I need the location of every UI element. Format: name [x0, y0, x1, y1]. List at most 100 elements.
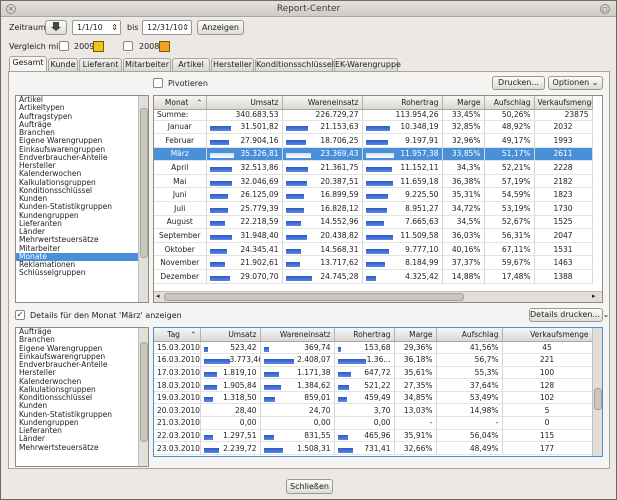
table-row[interactable]: 20.03.2010 28,40 24,70 3,70 13,03% 14,98% 5	[154, 403, 593, 418]
table-row[interactable]: 15.03.2010 523,42 369,74 153,68 29,36% 41,56%…	[154, 341, 593, 355]
column-header[interactable]: Verkaufsmenge	[502, 328, 593, 342]
column-header[interactable]: Rohertrag	[334, 328, 395, 342]
value-cell: 25.779,39	[206, 201, 283, 216]
options-button[interactable]: Optionen ⌄	[548, 76, 603, 90]
window-title: Report-Center	[276, 4, 341, 14]
column-header[interactable]: Wareneinsatz	[260, 328, 335, 342]
tab-ek-warengruppe[interactable]: EK-Warengruppe	[334, 58, 401, 71]
column-header[interactable]: Rohertrag	[362, 96, 443, 110]
main-data-grid[interactable]: Monat ⌃ Umsatz Wareneinsatz Rohertrag Marge A…	[153, 95, 603, 303]
markup-cell: 37,64%	[436, 378, 503, 392]
date-to-field[interactable]: 12/31/10 ⇕	[142, 20, 192, 35]
tab-artikel[interactable]: Artikel	[172, 58, 210, 71]
tab-hersteller[interactable]: Hersteller	[211, 58, 254, 71]
column-header[interactable]: Umsatz	[206, 96, 283, 110]
column-header[interactable]: Tag ⌃	[154, 328, 201, 342]
column-header[interactable]: Aufschlag	[484, 96, 535, 110]
value-cell: 13.717,62	[282, 255, 363, 271]
value-cell: 0,00	[334, 416, 395, 430]
main-grid-hscrollbar[interactable]: ◂ ▸	[154, 291, 602, 302]
close-button[interactable]: Schließen	[286, 479, 333, 494]
table-row[interactable]: 21.03.2010 0,00 0,00 0,00- -0	[154, 416, 593, 430]
print-button[interactable]: Drucken...	[492, 76, 545, 90]
table-row[interactable]: September 31.948,40 20.438,82 11.509,58 36,0…	[154, 228, 593, 243]
close-window-icon[interactable]: ×	[6, 4, 16, 14]
sort-ascending-icon[interactable]: ⌃	[190, 330, 196, 339]
detail-grid-scrollbar[interactable]	[592, 328, 602, 456]
table-row[interactable]: 17.03.2010 1.819,10 1.171,38 647,72 35,61% 55…	[154, 366, 593, 380]
spinner-icon[interactable]: ⇕	[182, 21, 189, 34]
compare-2008-checkbox[interactable]	[123, 41, 133, 51]
column-header[interactable]: Monat ⌃	[154, 96, 207, 110]
table-row[interactable]: Januar 31.501,82 21.153,63 10.348,19 32,85% 4…	[154, 120, 593, 135]
tab-gesamt[interactable]: Gesamt	[9, 56, 47, 72]
column-header[interactable]: Marge	[394, 328, 437, 342]
quantity-cell: 45	[502, 341, 593, 355]
scroll-thumb[interactable]	[140, 342, 148, 442]
table-row[interactable]: 16.03.2010 3.773,46 2.408,07 1.36... 36,18% 5…	[154, 353, 593, 367]
scroll-right-icon[interactable]: ▸	[592, 292, 596, 300]
markup-cell: 67,11%	[484, 242, 535, 257]
table-row[interactable]: Juni 26.125,09 16.899,59 9.225,50 35,31% 54,5…	[154, 187, 593, 203]
table-row[interactable]: 23.03.2010 2.239,72 1.508,31 731,41 32,66% 48…	[154, 441, 593, 455]
table-row[interactable]: Oktober 24.345,41 14.568,31 9.777,10 40,16% 6…	[154, 242, 593, 257]
list-item[interactable]: Mehrwertsteuersätze	[16, 443, 148, 452]
scroll-thumb[interactable]	[140, 108, 148, 258]
column-header[interactable]: Marge	[442, 96, 485, 110]
spinner-icon[interactable]: ⇕	[111, 21, 118, 34]
table-row[interactable]: 18.03.2010 1.905,84 1.384,62 521,22 27,35% 37…	[154, 378, 593, 392]
detail-dimension-list[interactable]: Aufträge Branchen Eigene Warengruppen Einka…	[15, 327, 149, 467]
value-cell: 14.552,96	[282, 215, 363, 230]
dimension-list[interactable]: Artikel Artikeltypen Auftragstypen Aufträge…	[15, 95, 149, 303]
tab-lieferant[interactable]: Lieferant	[79, 58, 122, 71]
table-row[interactable]: 22.03.2010 1.297,51 831,55 465,96 35,91% 56,0…	[154, 429, 593, 443]
value-text: 8.184,99	[405, 258, 439, 268]
anzeigen-button[interactable]: Anzeigen	[197, 20, 244, 35]
column-header[interactable]: Umsatz	[200, 328, 261, 342]
scroll-left-icon[interactable]: ◂	[156, 292, 160, 300]
color-swatch-2009[interactable]	[93, 41, 104, 52]
sort-ascending-icon[interactable]: ⌃	[196, 98, 202, 107]
markup-cell: 57,19%	[484, 174, 535, 189]
table-row[interactable]: Februar 27.904,16 18.706,25 9.197,91 32,96% 4…	[154, 133, 593, 148]
table-row[interactable]: Mai 32.046,69 20.387,51 11.659,18 36,38% 57,1…	[154, 174, 593, 189]
detail-list-scrollbar[interactable]	[138, 328, 148, 466]
column-header[interactable]: Verkaufsmenge	[534, 96, 593, 110]
value-bar	[337, 371, 351, 377]
column-header[interactable]: Aufschlag	[436, 328, 503, 342]
table-row[interactable]: August 22.218,59 14.552,96 7.665,63 34,5% 52,…	[154, 215, 593, 230]
value-text: 1.384,62	[297, 380, 331, 390]
table-row[interactable]: Dezember 29.070,70 24.745,28 4.325,42 14,88%…	[154, 269, 593, 284]
list-item[interactable]: Schlüsselgruppen	[16, 268, 148, 277]
table-row[interactable]: 19.03.2010 1.318,50 859,01 459,49 34,85% 53,4…	[154, 391, 593, 405]
value-bar	[285, 248, 301, 254]
value-bar	[365, 275, 376, 281]
markup-cell: 49,17%	[484, 133, 535, 148]
details-print-button[interactable]: Details drucken... ⌄	[529, 308, 609, 322]
quantity-cell: 177	[502, 441, 593, 455]
detail-data-grid[interactable]: Tag ⌃ Umsatz Wareneinsatz Rohertrag Marge Auf…	[153, 327, 603, 457]
table-row[interactable]: März 35.326,81 23.369,43 11.957,38 33,85% 51,…	[154, 147, 593, 162]
scroll-thumb[interactable]	[594, 388, 602, 410]
pivot-checkbox[interactable]	[153, 78, 163, 88]
value-text: 29.070,70	[240, 271, 279, 281]
tab-konditionsschluessel[interactable]: Konditionsschlüssel	[255, 58, 334, 71]
tab-mitarbeiter[interactable]: Mitarbeiter	[123, 58, 171, 71]
column-header[interactable]: Wareneinsatz	[282, 96, 363, 110]
hscroll-thumb[interactable]	[164, 293, 464, 301]
value-text: 459,49	[364, 393, 391, 403]
tab-kunde[interactable]: Kunde	[48, 58, 78, 71]
value-cell: 16.828,12	[282, 201, 363, 216]
compare-2009-checkbox[interactable]	[59, 41, 69, 51]
color-swatch-2008[interactable]	[159, 41, 170, 52]
date-from-field[interactable]: 1/1/10 ⇕	[72, 20, 121, 35]
maximize-icon[interactable]: ◻	[600, 4, 610, 14]
value-bar	[209, 153, 234, 159]
value-text: 26.125,09	[240, 190, 279, 200]
dimension-list-scrollbar[interactable]	[138, 96, 148, 302]
details-checkbox[interactable]: ✓	[15, 310, 25, 320]
table-row[interactable]: April 32.513,86 21.361,75 11.152,11 34,3% 52,…	[154, 160, 593, 175]
table-row[interactable]: November 21.902,61 13.717,62 8.184,99 37,37%…	[154, 255, 593, 271]
table-row[interactable]: Juli 25.779,39 16.828,12 8.951,27 34,72% 53,1…	[154, 201, 593, 216]
calendar-picker-button[interactable]	[45, 20, 67, 35]
